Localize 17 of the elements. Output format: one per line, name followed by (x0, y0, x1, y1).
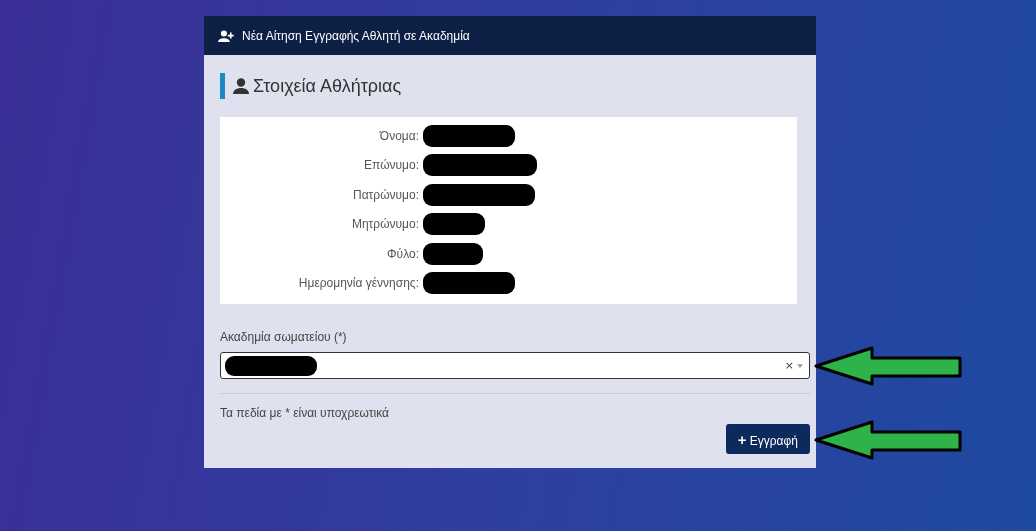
user-plus-icon (218, 29, 235, 42)
field-label: Επώνυμο: (363, 158, 419, 173)
caret-icon (797, 363, 803, 368)
field-label: Πατρώνυμο: (351, 187, 419, 202)
window-title: Νέα Αίτηση Εγγραφής Αθλητή σε Ακαδημία (242, 28, 470, 43)
academy-select[interactable]: × (220, 352, 810, 379)
field-label: Ημερομηνία γέννησης: (297, 276, 419, 291)
required-note: Τα πεδία με * είναι υποχρεωτικά (220, 406, 390, 420)
clear-button[interactable]: × (784, 359, 794, 372)
field-label: Φύλο: (386, 246, 419, 261)
user-icon (233, 78, 249, 94)
section-title: Στοιχεία Αθλήτριας (253, 75, 402, 97)
register-button[interactable]: + Εγγραφή (725, 424, 810, 454)
field-label: Όνομα: (378, 128, 419, 143)
field-label: Ακαδημία σωματείου (*) (220, 330, 348, 344)
field-label: Μητρώνυμο: (350, 217, 419, 232)
accent-bar (220, 73, 225, 99)
